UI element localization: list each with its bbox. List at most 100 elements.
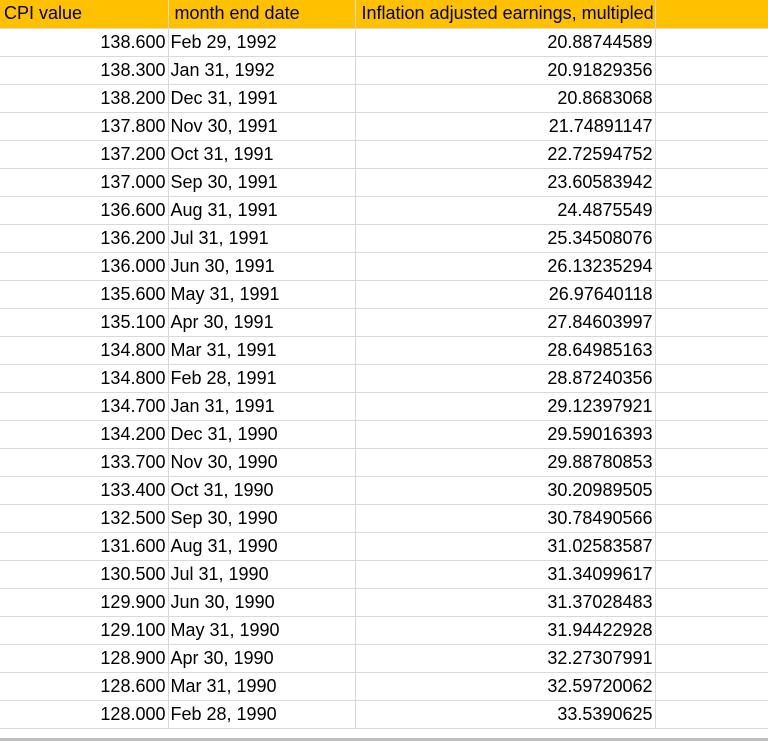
cell-empty[interactable] [655,84,768,113]
cell-cpi-value[interactable]: 138.200 [0,84,169,113]
cell-inflation-adjusted-earnings[interactable]: 33.5390625 [355,700,656,729]
cell-empty[interactable] [655,336,768,365]
cell-empty[interactable] [655,392,768,421]
cell-cpi-value[interactable]: 138.300 [0,56,169,85]
cell-empty[interactable] [655,560,768,589]
cell-inflation-adjusted-earnings[interactable]: 29.59016393 [355,420,656,449]
cell-month-end-date[interactable]: Dec 31, 1990 [168,420,356,449]
cell-empty[interactable] [655,224,768,253]
cell-month-end-date[interactable]: Jan 31, 1991 [168,392,356,421]
cell-inflation-adjusted-earnings[interactable]: 20.88744589 [355,28,656,57]
cell-cpi-value[interactable]: 130.500 [0,560,169,589]
cell-empty[interactable] [655,700,768,729]
cell-cpi-value[interactable]: 134.800 [0,364,169,393]
cell-inflation-adjusted-earnings[interactable]: 26.97640118 [355,280,656,309]
cell-cpi-value[interactable]: 135.600 [0,280,169,309]
header-cell-empty[interactable] [655,0,768,29]
cell-cpi-value[interactable]: 136.200 [0,224,169,253]
cell-inflation-adjusted-earnings[interactable]: 31.34099617 [355,560,656,589]
cell-inflation-adjusted-earnings[interactable]: 20.8683068 [355,84,656,113]
cell-month-end-date[interactable]: Jun 30, 1990 [168,588,356,617]
cell-month-end-date[interactable]: Apr 30, 1990 [168,644,356,673]
cell-inflation-adjusted-earnings[interactable]: 24.4875549 [355,196,656,225]
cell-cpi-value[interactable]: 133.700 [0,448,169,477]
cell-inflation-adjusted-earnings[interactable]: 31.94422928 [355,616,656,645]
cell-month-end-date[interactable]: Feb 29, 1992 [168,28,356,57]
cell-month-end-date[interactable]: May 31, 1990 [168,616,356,645]
cell-inflation-adjusted-earnings[interactable]: 29.88780853 [355,448,656,477]
cell-inflation-adjusted-earnings[interactable]: 26.13235294 [355,252,656,281]
cell-empty[interactable] [655,140,768,169]
cell-month-end-date[interactable]: Jan 31, 1992 [168,56,356,85]
cell-month-end-date[interactable]: May 31, 1991 [168,280,356,309]
cell-month-end-date[interactable]: Mar 31, 1991 [168,336,356,365]
cell-cpi-value[interactable]: 137.800 [0,112,169,141]
header-cell-month-end-date[interactable]: month end date [168,0,356,29]
cell-inflation-adjusted-earnings[interactable]: 20.91829356 [355,56,656,85]
cell-month-end-date[interactable]: Mar 31, 1990 [168,672,356,701]
cell-cpi-value[interactable]: 129.100 [0,616,169,645]
cell-empty[interactable] [655,476,768,505]
cell-inflation-adjusted-earnings[interactable]: 28.87240356 [355,364,656,393]
cell-month-end-date[interactable]: Sep 30, 1991 [168,168,356,197]
cell-inflation-adjusted-earnings[interactable]: 22.72594752 [355,140,656,169]
cell-empty[interactable] [655,616,768,645]
header-cell-cpi-value[interactable]: CPI value [0,0,169,29]
cell-empty[interactable] [655,504,768,533]
cell-empty[interactable] [655,644,768,673]
cell-cpi-value[interactable]: 136.000 [0,252,169,281]
cell-inflation-adjusted-earnings[interactable]: 29.12397921 [355,392,656,421]
cell-inflation-adjusted-earnings[interactable]: 21.74891147 [355,112,656,141]
cell-month-end-date[interactable]: Oct 31, 1990 [168,476,356,505]
cell-month-end-date[interactable]: Aug 31, 1990 [168,532,356,561]
cell-empty[interactable] [655,168,768,197]
cell-inflation-adjusted-earnings[interactable]: 27.84603997 [355,308,656,337]
cell-empty[interactable] [655,420,768,449]
cell-month-end-date[interactable]: Apr 30, 1991 [168,308,356,337]
cell-cpi-value[interactable]: 128.000 [0,700,169,729]
cell-month-end-date[interactable]: Feb 28, 1991 [168,364,356,393]
cell-inflation-adjusted-earnings[interactable]: 30.78490566 [355,504,656,533]
cell-cpi-value[interactable]: 136.600 [0,196,169,225]
cell-empty[interactable] [655,672,768,701]
cell-month-end-date[interactable]: Nov 30, 1991 [168,112,356,141]
cell-cpi-value[interactable]: 134.700 [0,392,169,421]
cell-inflation-adjusted-earnings[interactable]: 32.27307991 [355,644,656,673]
cell-month-end-date[interactable]: Aug 31, 1991 [168,196,356,225]
cell-cpi-value[interactable]: 132.500 [0,504,169,533]
cell-month-end-date[interactable]: Jun 30, 1991 [168,252,356,281]
cell-empty[interactable] [655,280,768,309]
cell-cpi-value[interactable]: 134.800 [0,336,169,365]
cell-empty[interactable] [655,588,768,617]
cell-inflation-adjusted-earnings[interactable]: 32.59720062 [355,672,656,701]
cell-cpi-value[interactable]: 137.200 [0,140,169,169]
cell-empty[interactable] [655,364,768,393]
cell-empty[interactable] [655,532,768,561]
cell-empty[interactable] [655,28,768,57]
cell-inflation-adjusted-earnings[interactable]: 23.60583942 [355,168,656,197]
cell-cpi-value[interactable]: 128.600 [0,672,169,701]
cell-cpi-value[interactable]: 134.200 [0,420,169,449]
cell-month-end-date[interactable]: Sep 30, 1990 [168,504,356,533]
cell-month-end-date[interactable]: Jul 31, 1991 [168,224,356,253]
cell-empty[interactable] [655,196,768,225]
cell-inflation-adjusted-earnings[interactable]: 28.64985163 [355,336,656,365]
cell-month-end-date[interactable]: Nov 30, 1990 [168,448,356,477]
cell-month-end-date[interactable]: Jul 31, 1990 [168,560,356,589]
cell-month-end-date[interactable]: Oct 31, 1991 [168,140,356,169]
cell-empty[interactable] [655,308,768,337]
cell-inflation-adjusted-earnings[interactable]: 31.37028483 [355,588,656,617]
cell-cpi-value[interactable]: 135.100 [0,308,169,337]
cell-cpi-value[interactable]: 128.900 [0,644,169,673]
header-cell-inflation-adjusted-earnings[interactable]: Inflation adjusted earnings, multipled b… [355,0,656,29]
cell-cpi-value[interactable]: 138.600 [0,28,169,57]
cell-inflation-adjusted-earnings[interactable]: 30.20989505 [355,476,656,505]
cell-cpi-value[interactable]: 131.600 [0,532,169,561]
cell-cpi-value[interactable]: 129.900 [0,588,169,617]
cell-cpi-value[interactable]: 137.000 [0,168,169,197]
cell-cpi-value[interactable]: 133.400 [0,476,169,505]
cell-empty[interactable] [655,56,768,85]
cell-empty[interactable] [655,448,768,477]
cell-inflation-adjusted-earnings[interactable]: 31.02583587 [355,532,656,561]
cell-month-end-date[interactable]: Feb 28, 1990 [168,700,356,729]
